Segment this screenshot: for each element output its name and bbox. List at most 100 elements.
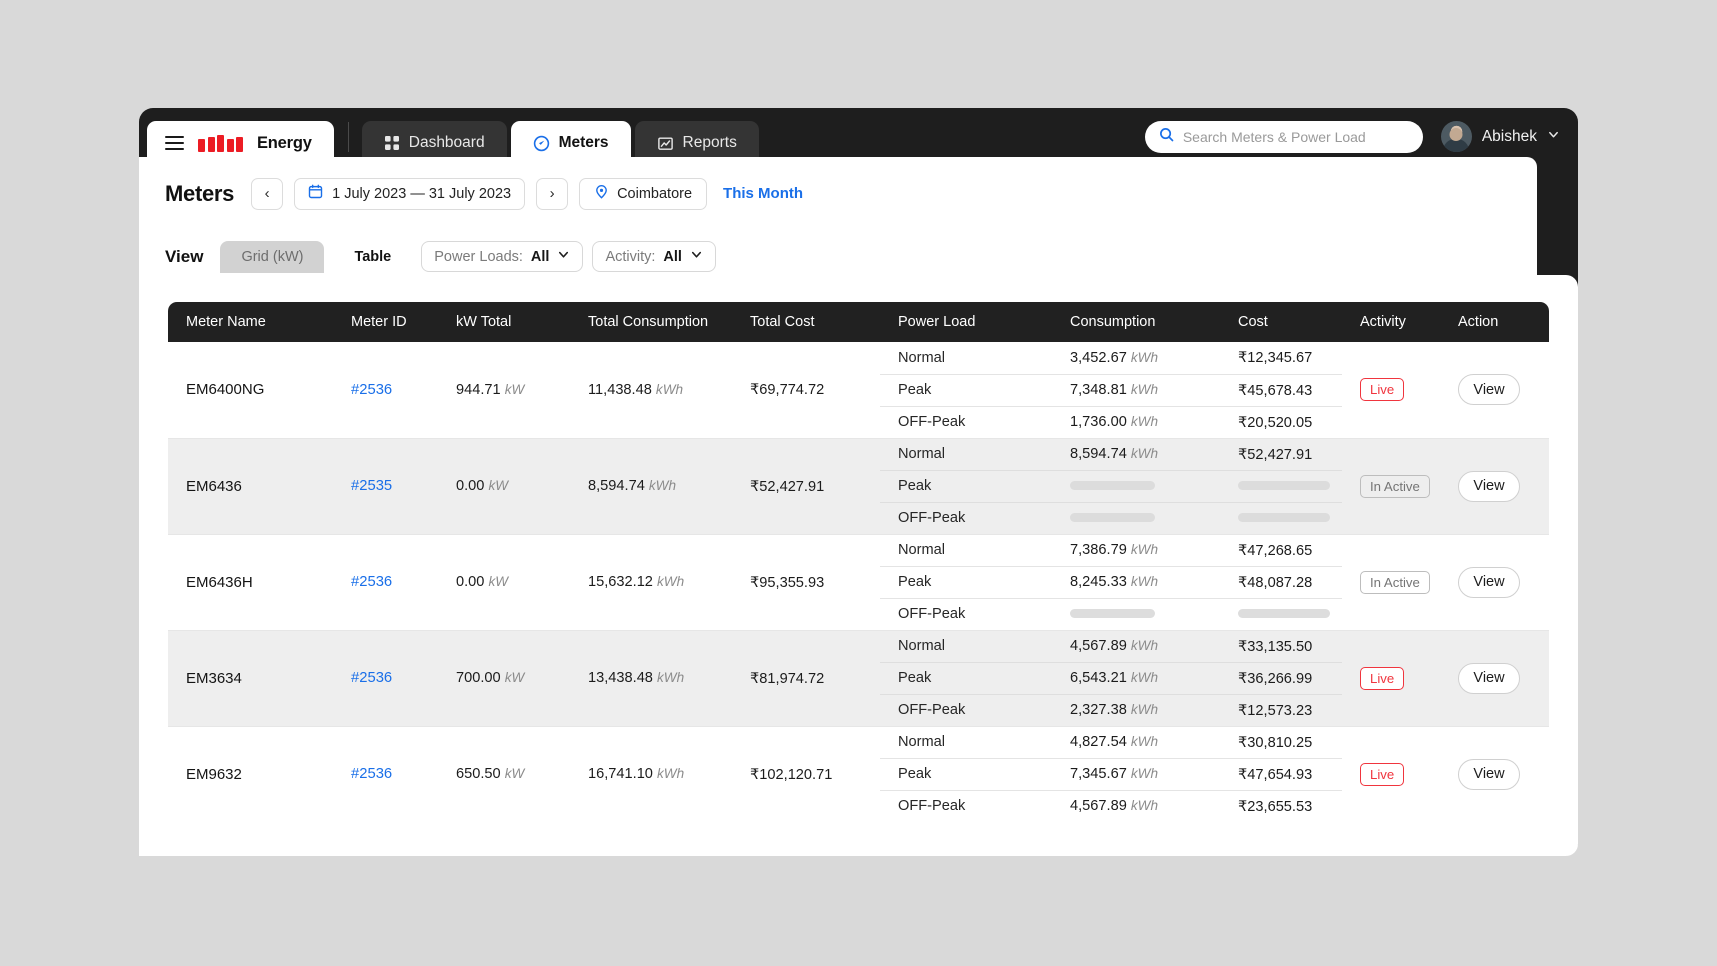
profile-name: Abishek bbox=[1482, 128, 1537, 146]
view-button[interactable]: View bbox=[1458, 567, 1520, 598]
power-load-label: Peak bbox=[898, 766, 931, 782]
status-badge: In Active bbox=[1360, 475, 1430, 498]
cell-power-load: OFF-Peak bbox=[880, 598, 1052, 630]
meters-table: Meter Name Meter ID kW Total Total Consu… bbox=[168, 302, 1549, 822]
cell-total-cost: ₹81,974.72 bbox=[732, 630, 880, 726]
unit-kw: kW bbox=[488, 574, 508, 589]
power-load-label: Peak bbox=[898, 670, 931, 686]
filter-power-loads-value: All bbox=[531, 249, 550, 265]
cell-power-load: OFF-Peak bbox=[880, 502, 1052, 534]
cell-load-consumption: 4,827.54 kWh bbox=[1052, 726, 1220, 758]
meter-id-link[interactable]: #2536 bbox=[351, 574, 392, 590]
cell-activity: Live bbox=[1342, 342, 1440, 438]
meter-id-link[interactable]: #2536 bbox=[351, 670, 392, 686]
view-button[interactable]: View bbox=[1458, 759, 1520, 790]
cell-kw-total: 944.71 kW bbox=[438, 342, 570, 438]
quick-range-this-month[interactable]: This Month bbox=[723, 185, 803, 202]
chevron-down-icon bbox=[690, 248, 703, 265]
cell-power-load: Peak bbox=[880, 470, 1052, 502]
unit-kw: kW bbox=[488, 478, 508, 493]
cell-activity: Live bbox=[1342, 630, 1440, 726]
table-row[interactable]: EM6436#25350.00 kW8,594.74 kWh₹52,427.91… bbox=[168, 438, 1549, 470]
cell-total-consumption: 8,594.74 kWh bbox=[570, 438, 732, 534]
cell-meter-id[interactable]: #2536 bbox=[333, 726, 438, 822]
cell-total-cost: ₹95,355.93 bbox=[732, 534, 880, 630]
cell-power-load: OFF-Peak bbox=[880, 694, 1052, 726]
gauge-icon bbox=[533, 135, 550, 152]
unit-kwh: kWh bbox=[1131, 414, 1158, 429]
cell-meter-name: EM6400NG bbox=[168, 342, 333, 438]
table-body: EM6400NG#2536944.71 kW11,438.48 kWh₹69,7… bbox=[168, 342, 1549, 822]
search-input[interactable] bbox=[1183, 129, 1409, 145]
date-range-picker[interactable]: 1 July 2023 — 31 July 2023 bbox=[294, 178, 525, 210]
view-toggle-table[interactable]: Table bbox=[333, 241, 412, 273]
power-load-label: Normal bbox=[898, 446, 945, 462]
location-selector[interactable]: Coimbatore bbox=[579, 178, 707, 210]
tab-meters-label: Meters bbox=[559, 134, 609, 152]
view-toggle-grid[interactable]: Grid (kW) bbox=[220, 241, 324, 273]
prev-period-button[interactable]: ‹ bbox=[251, 178, 283, 210]
page-title: Meters bbox=[165, 181, 234, 207]
view-button[interactable]: View bbox=[1458, 374, 1520, 405]
cell-load-consumption: 8,245.33 kWh bbox=[1052, 566, 1220, 598]
profile-menu[interactable]: Abishek bbox=[1441, 121, 1560, 152]
cell-power-load: OFF-Peak bbox=[880, 406, 1052, 438]
cell-load-consumption: 4,567.89 kWh bbox=[1052, 790, 1220, 822]
column-activity: Activity bbox=[1342, 302, 1440, 342]
view-button[interactable]: View bbox=[1458, 471, 1520, 502]
cell-load-cost: ₹52,427.91 bbox=[1220, 438, 1342, 470]
filter-power-loads[interactable]: Power Loads: All bbox=[421, 241, 583, 272]
status-badge: In Active bbox=[1360, 571, 1430, 594]
filter-activity-value: All bbox=[663, 249, 682, 265]
table-row[interactable]: EM9632#2536650.50 kW16,741.10 kWh₹102,12… bbox=[168, 726, 1549, 758]
next-period-button[interactable]: › bbox=[536, 178, 568, 210]
cell-load-consumption: 7,345.67 kWh bbox=[1052, 758, 1220, 790]
tab-dashboard-label: Dashboard bbox=[409, 134, 485, 152]
cell-load-cost: ₹30,810.25 bbox=[1220, 726, 1342, 758]
table-row[interactable]: EM6400NG#2536944.71 kW11,438.48 kWh₹69,7… bbox=[168, 342, 1549, 374]
table-row[interactable]: EM6436H#25360.00 kW15,632.12 kWh₹95,355.… bbox=[168, 534, 1549, 566]
skeleton-placeholder bbox=[1070, 481, 1155, 490]
cell-power-load: Normal bbox=[880, 534, 1052, 566]
column-total-consumption: Total Consumption bbox=[570, 302, 732, 342]
cell-total-consumption: 16,741.10 kWh bbox=[570, 726, 732, 822]
table-row[interactable]: EM3634#2536700.00 kW13,438.48 kWh₹81,974… bbox=[168, 630, 1549, 662]
power-load-label: Normal bbox=[898, 542, 945, 558]
meter-id-link[interactable]: #2535 bbox=[351, 478, 392, 494]
cell-meter-id[interactable]: #2536 bbox=[333, 630, 438, 726]
cell-load-consumption: 7,348.81 kWh bbox=[1052, 374, 1220, 406]
meter-id-link[interactable]: #2536 bbox=[351, 766, 392, 782]
cell-load-consumption: 4,567.89 kWh bbox=[1052, 630, 1220, 662]
unit-kwh: kWh bbox=[1131, 734, 1158, 749]
cell-total-cost: ₹52,427.91 bbox=[732, 438, 880, 534]
cell-meter-id[interactable]: #2536 bbox=[333, 342, 438, 438]
cell-power-load: Normal bbox=[880, 630, 1052, 662]
cell-meter-id[interactable]: #2536 bbox=[333, 534, 438, 630]
power-load-label: Normal bbox=[898, 638, 945, 654]
power-load-label: Normal bbox=[898, 734, 945, 750]
cell-load-cost: ₹47,268.65 bbox=[1220, 534, 1342, 566]
date-range-value: 1 July 2023 — 31 July 2023 bbox=[332, 186, 511, 202]
unit-kwh: kWh bbox=[1131, 382, 1158, 397]
cell-load-cost: ₹45,678.43 bbox=[1220, 374, 1342, 406]
calendar-icon bbox=[308, 184, 323, 203]
view-button[interactable]: View bbox=[1458, 663, 1520, 694]
energy-bars-logo bbox=[198, 135, 243, 152]
filter-activity[interactable]: Activity: All bbox=[592, 241, 715, 272]
meter-name-value: EM3634 bbox=[186, 670, 242, 687]
filter-power-loads-prefix: Power Loads: bbox=[434, 249, 523, 265]
cell-load-cost: ₹36,266.99 bbox=[1220, 662, 1342, 694]
cell-action: View bbox=[1440, 630, 1549, 726]
unit-kwh: kWh bbox=[1131, 350, 1158, 365]
meters-table-scroll[interactable]: Meter Name Meter ID kW Total Total Consu… bbox=[168, 302, 1549, 856]
search-icon bbox=[1159, 127, 1174, 147]
cell-meter-id[interactable]: #2535 bbox=[333, 438, 438, 534]
hamburger-icon[interactable] bbox=[165, 136, 184, 151]
skeleton-placeholder bbox=[1238, 513, 1330, 522]
meter-id-link[interactable]: #2536 bbox=[351, 382, 392, 398]
chevron-down-icon bbox=[557, 248, 570, 265]
unit-kwh: kWh bbox=[1131, 542, 1158, 557]
search-box[interactable] bbox=[1145, 121, 1423, 153]
meter-name-value: EM6400NG bbox=[186, 381, 264, 398]
skeleton-placeholder bbox=[1070, 513, 1155, 522]
